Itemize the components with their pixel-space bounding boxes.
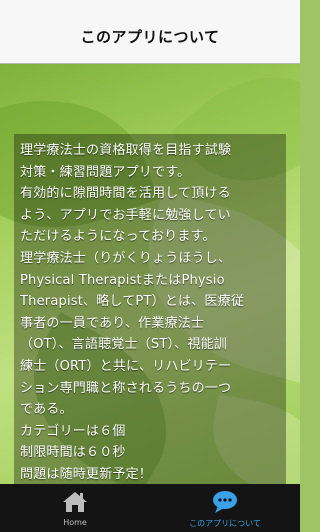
text-line: 対策・練習問題アプリです。 (20, 164, 191, 180)
text-line: ただけるようになっております。 (20, 229, 216, 245)
about-text-panel[interactable]: 理学療法士の資格取得を目指す試験 対策・練習問題アプリです。 有効的に隙間時間を… (14, 134, 286, 484)
text-line: 制限時間は６０秒 (20, 445, 126, 461)
text-line: Physical TherapistまたはPhysio (20, 272, 225, 288)
leaf-background-image: 理学療法士の資格取得を目指す試験 対策・練習問題アプリです。 有効的に隙間時間を… (0, 64, 300, 484)
text-line: （OT）、言語聴覚士（ST）、視能訓 (20, 337, 227, 353)
page-title: このアプリについて (80, 28, 220, 46)
text-line: よう、アプリでお手軽に勉強してい (20, 207, 231, 223)
text-line: 問題は随時更新予定！ (20, 466, 153, 482)
tab-bar: Home このアプリについて (0, 484, 300, 532)
text-line: 理学療法士（りがくりょうほうし、 (20, 250, 232, 266)
text-line: 事者の一員であり、作業療法士 (20, 315, 205, 331)
text-line: 有効的に隙間時間を活用して頂ける (20, 186, 231, 202)
text-line: である。 (20, 402, 73, 418)
tab-about-app[interactable]: このアプリについて (150, 484, 300, 532)
text-line: 練士（ORT）と共に、リハビリテー (20, 358, 232, 374)
tab-label: Home (63, 518, 87, 527)
speech-bubble-icon (213, 491, 237, 513)
text-line: Therapist、略してPT）とは、医療従 (20, 294, 245, 310)
house-icon (63, 492, 87, 512)
text-line: カテゴリーは６個 (20, 423, 126, 439)
navigation-bar: このアプリについて (0, 0, 300, 64)
tab-label: このアプリについて (189, 519, 261, 528)
tab-home[interactable]: Home (0, 484, 150, 532)
text-line: ション専門職と称されるうちの一つ (20, 380, 232, 396)
about-text: 理学療法士の資格取得を目指す試験 対策・練習問題アプリです。 有効的に隙間時間を… (20, 140, 280, 484)
text-line: 理学療法士の資格取得を目指す試験 (20, 143, 232, 158)
